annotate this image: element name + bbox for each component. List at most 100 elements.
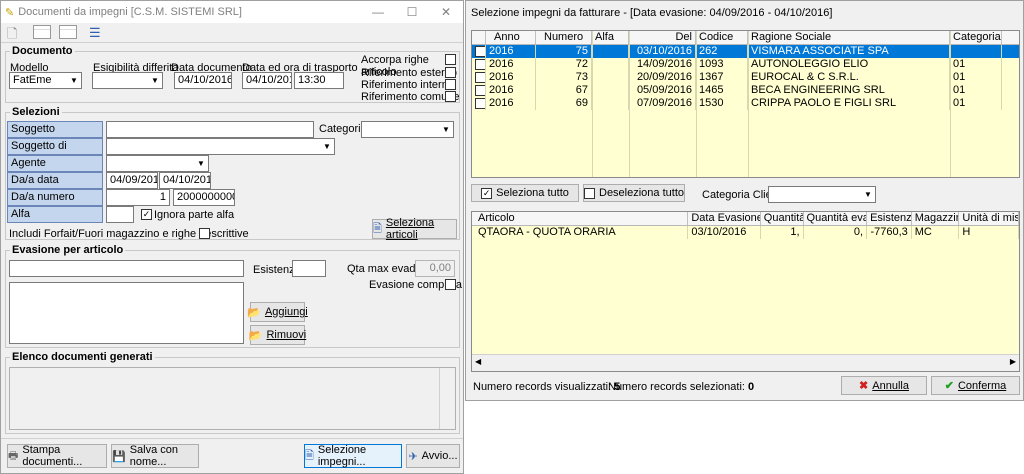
stampa-button[interactable]: 🖶 Stampa documenti...	[7, 444, 107, 468]
articolo-search-input[interactable]	[9, 260, 244, 277]
col-categoria[interactable]: Categoria	[950, 31, 1002, 44]
cell-codice: 262	[696, 45, 748, 58]
articoli-grid[interactable]: Articolo Data Evasione Quantità Quantità…	[471, 211, 1020, 372]
salva-button[interactable]: 💾 Salva con nome...	[111, 444, 199, 468]
conferma-button[interactable]: ✔ Conferma	[931, 376, 1020, 395]
data-documento-input[interactable]: 04/10/2016	[174, 72, 232, 89]
cell-numero: 75	[536, 45, 592, 58]
row-checkbox[interactable]	[472, 45, 486, 58]
esistenza-input[interactable]	[292, 260, 326, 277]
articolo-row[interactable]: QTAORA - QUOTA ORARIA 03/10/2016 1, 0, -7760…	[472, 226, 1019, 239]
rimuovi-label: Rimuovi	[266, 329, 307, 341]
alfa-input[interactable]	[106, 206, 134, 223]
annulla-button[interactable]: ✖ Annulla	[841, 376, 927, 395]
col-check	[472, 31, 486, 44]
new-doc-icon[interactable]: 🗋	[7, 25, 17, 47]
impegno-row[interactable]: 2016 73 20/09/2016 1367 EUROCAL & C S.R.L. 01	[472, 71, 1019, 84]
cancel-icon: ✖	[859, 380, 869, 392]
impegno-row[interactable]: 2016 67 05/09/2016 1465 BECA ENGINEERING SRL…	[472, 84, 1019, 97]
row-checkbox-box[interactable]	[475, 72, 485, 83]
scroll-right-icon[interactable]: ▶	[1010, 357, 1016, 366]
maximize-button[interactable]: ☐	[395, 1, 429, 23]
qta-max-input[interactable]: 0,00	[415, 260, 455, 277]
col-esistenza[interactable]: Esistenza	[867, 212, 912, 225]
row-checkbox-box[interactable]	[475, 98, 485, 109]
col-articolo[interactable]: Articolo	[472, 212, 689, 225]
col-anno[interactable]: Anno	[486, 31, 536, 44]
cell-del: 03/10/2016	[629, 45, 696, 58]
row-checkbox[interactable]	[472, 58, 486, 71]
col-magazzino[interactable]: Magazzino	[912, 212, 960, 225]
impegni-grid[interactable]: Anno Numero Alfa Del Codice Ragione Soci…	[471, 30, 1020, 178]
seleziona-tutto-button[interactable]: ✓ Seleziona tutto	[471, 184, 579, 202]
elenco-scrollbar[interactable]	[439, 368, 455, 429]
categoria-clienti-select[interactable]: ▼	[768, 186, 876, 203]
includi-forfait-checkbox[interactable]	[199, 228, 210, 239]
col-alfa[interactable]: Alfa	[592, 31, 629, 44]
impegno-row[interactable]: 2016 75 03/10/2016 262 VISMARA ASSOCIATE SPA	[472, 45, 1019, 58]
selezione-title: Selezione impegni da fatturare - [Data e…	[471, 7, 833, 19]
ignora-alfa-checkbox[interactable]: ✓	[141, 209, 152, 220]
esigibilita-select[interactable]: ▼	[92, 72, 163, 89]
scroll-left-icon[interactable]: ◀	[475, 357, 481, 366]
cell-codice: 1093	[696, 58, 748, 71]
col-quantita[interactable]: Quantità	[761, 212, 804, 225]
table-icon[interactable]	[59, 25, 77, 39]
elenco-list[interactable]	[9, 367, 456, 430]
evasione-group-title: Evasione per articolo	[10, 244, 126, 256]
list-icon[interactable]: ☰	[89, 25, 101, 41]
col-unita-misura[interactable]: Unità di misura	[959, 212, 1019, 225]
avvio-button[interactable]: ✈ Avvio...	[406, 444, 460, 468]
seleziona-articoli-button[interactable]: 🗎 Seleziona articoli	[372, 217, 457, 241]
agente-select[interactable]: ▼	[106, 155, 209, 172]
col-ragione[interactable]: Ragione Sociale	[748, 31, 950, 44]
selezione-impegni-button[interactable]: 🗎 Selezione impegni...	[304, 444, 402, 468]
data-from-input[interactable]: 04/09/2016	[106, 172, 158, 189]
numero-from-input[interactable]: 1	[106, 189, 170, 206]
records-sel-label: Numero records selezionati:	[608, 381, 745, 393]
col-del[interactable]: Del	[629, 31, 696, 44]
soggetto-dest-select[interactable]: ▼	[106, 138, 335, 155]
grid-icon[interactable]	[33, 25, 51, 39]
rif-esterno-checkbox[interactable]	[445, 67, 456, 78]
row-checkbox[interactable]	[472, 84, 486, 97]
aggiungi-button[interactable]: 📂 Aggiungi	[247, 302, 308, 322]
col-quantita-evasa[interactable]: Quantità evasa	[804, 212, 868, 225]
salva-label: Salva con nome...	[129, 444, 179, 468]
cell-alfa	[592, 45, 629, 58]
row-checkbox-box[interactable]	[475, 85, 485, 96]
modello-select[interactable]: FatEme ▼	[9, 72, 82, 89]
rif-comune-checkbox[interactable]	[445, 91, 456, 102]
articoli-hscrollbar[interactable]: ◀ ▶	[472, 354, 1019, 371]
selezioni-group-title: Selezioni	[10, 106, 62, 118]
rimuovi-button[interactable]: 📂 Rimuovi	[249, 325, 307, 345]
impegni-grid-header: Anno Numero Alfa Del Codice Ragione Soci…	[472, 31, 1019, 45]
minimize-button[interactable]: —	[361, 1, 395, 23]
rif-interno-checkbox[interactable]	[445, 79, 456, 90]
articoli-list[interactable]	[9, 282, 244, 344]
deseleziona-tutto-button[interactable]: Deseleziona tutto	[583, 184, 685, 202]
data-trasporto-input[interactable]: 04/10/2016	[242, 72, 292, 89]
articoli-grid-header: Articolo Data Evasione Quantità Quantità…	[472, 212, 1019, 226]
ora-trasporto-input[interactable]: 13:30	[294, 72, 344, 89]
impegno-row[interactable]: 2016 72 14/09/2016 1093 AUTONOLEGGIO ELIO 01	[472, 58, 1019, 71]
row-checkbox-box[interactable]	[475, 46, 485, 57]
row-checkbox[interactable]	[472, 97, 486, 110]
chevron-down-icon: ▼	[197, 159, 205, 168]
soggetto-input[interactable]	[106, 121, 314, 138]
evasione-completa-checkbox[interactable]	[445, 279, 456, 290]
impegno-row[interactable]: 2016 69 07/09/2016 1530 CRIPPA PAOLO E FIGLI…	[472, 97, 1019, 110]
close-button[interactable]: ✕	[429, 1, 463, 23]
data-to-input[interactable]: 04/10/2016	[159, 172, 211, 189]
row-checkbox-box[interactable]	[475, 59, 485, 70]
categoria-select[interactable]: ▼	[361, 121, 454, 138]
col-data-evasione[interactable]: Data Evasione	[688, 212, 761, 225]
row-checkbox[interactable]	[472, 71, 486, 84]
numero-to-input[interactable]: 2000000000	[173, 189, 235, 206]
col-numero[interactable]: Numero	[536, 31, 592, 44]
chevron-down-icon: ▼	[323, 142, 331, 151]
col-codice[interactable]: Codice	[696, 31, 748, 44]
accorpa-checkbox[interactable]	[445, 54, 456, 65]
cell-anno: 2016	[486, 58, 536, 71]
deseleziona-tutto-label: Deseleziona tutto	[599, 187, 684, 199]
